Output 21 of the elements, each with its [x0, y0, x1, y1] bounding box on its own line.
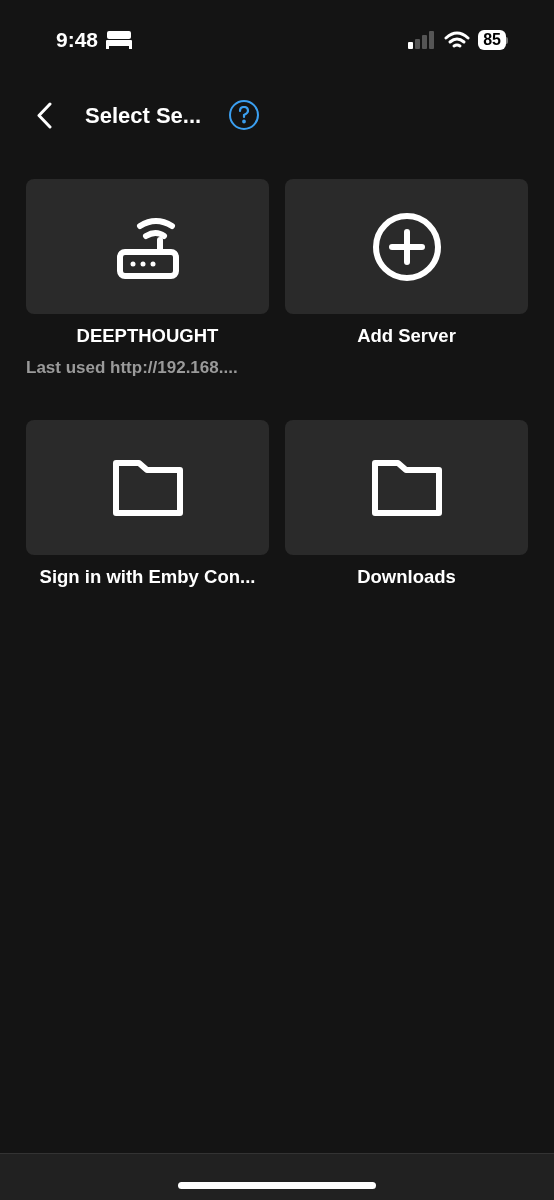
- status-time: 9:48: [56, 27, 99, 54]
- tile-label: DEEPTHOUGHT: [75, 324, 220, 348]
- question-icon: [238, 106, 251, 124]
- battery-level: 85: [478, 30, 506, 50]
- server-tile[interactable]: [285, 179, 528, 314]
- tile-label: Downloads: [356, 565, 457, 589]
- server-tile[interactable]: [26, 179, 269, 314]
- wifi-icon: [444, 30, 471, 50]
- bed-icon: [106, 31, 133, 49]
- tile-subtitle: Last used http://192.168....: [26, 356, 239, 379]
- tile-label: Sign in with Emby Con...: [38, 565, 257, 589]
- signal-icon: [408, 31, 437, 49]
- server-tile[interactable]: [26, 420, 269, 555]
- folder-icon: [112, 459, 183, 516]
- server-tile[interactable]: [285, 420, 528, 555]
- back-icon: [36, 101, 52, 129]
- help-button[interactable]: [229, 100, 260, 130]
- page-title: Select Se...: [85, 101, 202, 130]
- plus-circle-icon: [371, 211, 442, 282]
- tile-label: Add Server: [356, 324, 457, 348]
- folder-icon: [371, 459, 442, 516]
